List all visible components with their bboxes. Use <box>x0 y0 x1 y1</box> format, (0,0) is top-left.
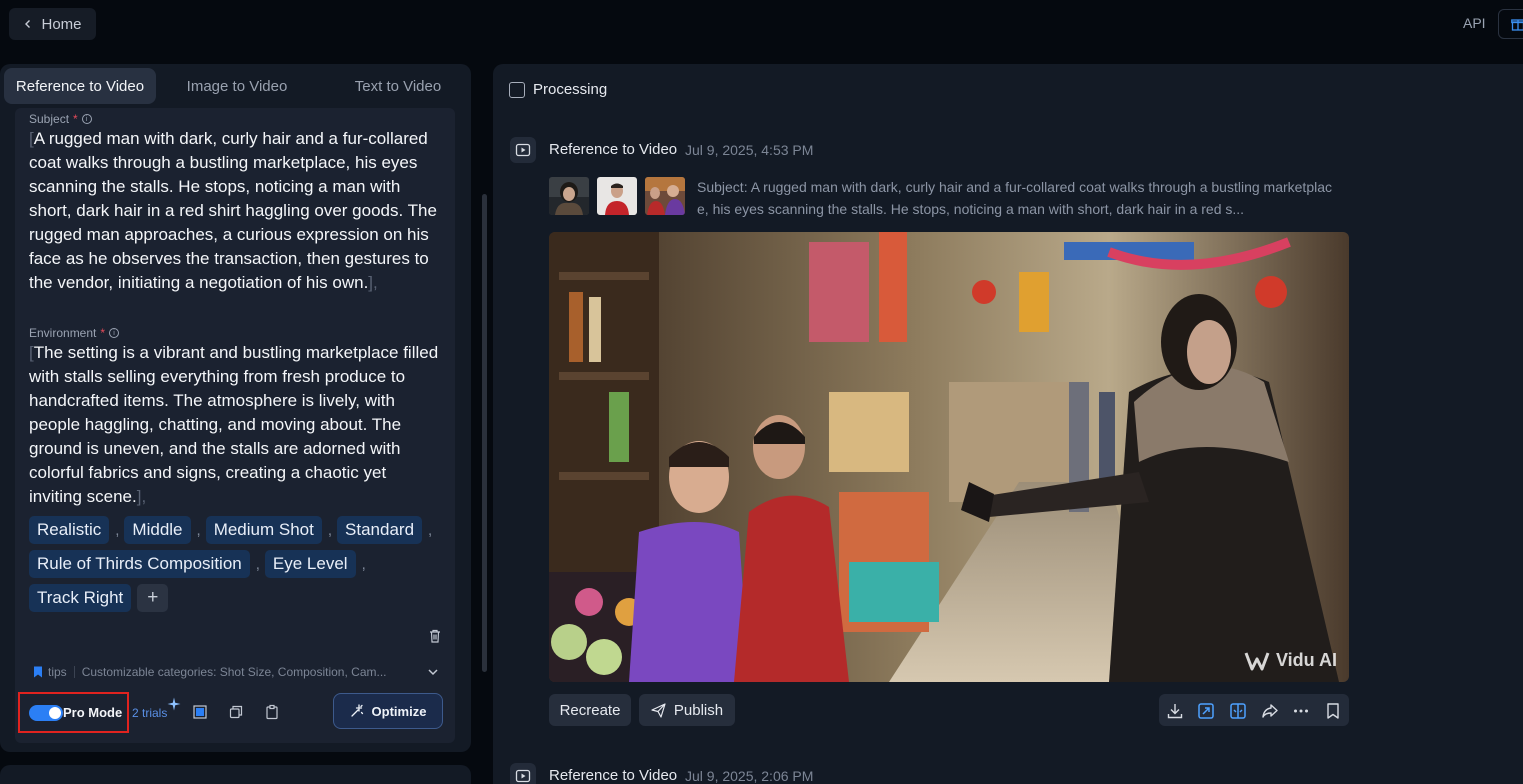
gift-icon <box>1511 19 1523 31</box>
subject-label: Subject * i <box>29 112 92 126</box>
vidu-logo-icon <box>1244 651 1270 670</box>
video-preview[interactable] <box>549 232 1349 682</box>
image-icon[interactable] <box>192 704 208 720</box>
prompt-preview: Subject: A rugged man with dark, curly h… <box>697 179 1332 217</box>
required-mark: * <box>73 112 78 126</box>
api-link[interactable]: API <box>1463 15 1486 31</box>
download-icon[interactable] <box>1166 702 1184 720</box>
processing-label: Processing <box>533 81 608 98</box>
video-type-icon <box>510 137 536 163</box>
watermark-text: Vidu AI <box>1276 650 1338 670</box>
trash-icon[interactable] <box>427 628 443 644</box>
chip-standard[interactable]: Standard <box>337 516 423 544</box>
send-icon <box>651 702 666 718</box>
gift-button[interactable] <box>1498 9 1523 39</box>
pro-mode-toggle[interactable] <box>29 705 63 721</box>
home-label: Home <box>41 15 82 33</box>
subject-label-text: Subject <box>29 112 70 126</box>
add-chip-button[interactable]: + <box>137 584 169 612</box>
home-button[interactable]: Home <box>9 8 96 40</box>
tips-label: tips <box>48 665 67 679</box>
environment-field[interactable]: [The setting is a vibrant and bustling m… <box>29 341 441 509</box>
split-icon[interactable] <box>1229 702 1247 720</box>
close-bracket: ], <box>136 487 147 506</box>
entry-type: Reference to Video <box>549 767 678 784</box>
chip-track-right[interactable]: Track Right <box>29 584 132 612</box>
publish-button[interactable]: Publish <box>639 694 735 726</box>
save-icon[interactable] <box>1324 702 1342 720</box>
optimize-button[interactable]: Optimize <box>333 693 443 729</box>
bookmark-icon <box>34 666 42 678</box>
share-icon[interactable] <box>1261 702 1279 720</box>
panel-scrollbar[interactable] <box>482 194 487 672</box>
chip-medium-shot[interactable]: Medium Shot <box>205 516 322 544</box>
chip-realistic[interactable]: Realistic <box>29 516 110 544</box>
chip-middle[interactable]: Middle <box>124 516 191 544</box>
watermark: Vidu AI <box>1244 650 1337 671</box>
recreate-button[interactable]: Recreate <box>549 694 631 726</box>
top-bar: Home API <box>0 0 1523 48</box>
entry-type: Reference to Video <box>549 141 678 158</box>
chip-separator: , <box>196 521 201 539</box>
secondary-panel <box>0 765 471 784</box>
tips-row[interactable]: tips Customizable categories: Shot Size,… <box>33 664 439 680</box>
chip-separator: , <box>327 521 333 539</box>
chevron-left-icon <box>25 20 31 28</box>
environment-label: Environment * i <box>29 326 120 340</box>
style-chips: Realistic, Middle, Medium Shot, Standard… <box>29 516 449 612</box>
required-mark: * <box>100 326 106 340</box>
environment-label-text: Environment <box>29 326 97 340</box>
reference-thumbnail-1[interactable] <box>549 177 589 215</box>
sparkle-icon <box>167 697 181 711</box>
video-icon <box>515 143 531 157</box>
chip-rule-of-thirds[interactable]: Rule of Thirds Composition <box>29 550 250 578</box>
reference-thumbnail-2[interactable] <box>597 177 637 215</box>
publish-label: Publish <box>673 701 724 719</box>
tips-categories: Customizable categories: Shot Size, Comp… <box>81 665 387 679</box>
optimize-label: Optimize <box>371 703 427 719</box>
chip-eye-level[interactable]: Eye Level <box>264 550 356 578</box>
mode-tabs: Reference to Video Image to Video Text t… <box>4 68 481 106</box>
trials-count: 2 trials <box>132 706 168 720</box>
processing-checkbox[interactable] <box>509 82 525 98</box>
more-icon[interactable] <box>1292 702 1310 720</box>
entry-date: Jul 9, 2025, 4:53 PM <box>685 142 814 158</box>
magic-wand-icon <box>350 704 363 717</box>
video-type-icon <box>510 763 536 784</box>
recreate-label: Recreate <box>559 701 621 719</box>
clipboard-icon[interactable] <box>264 704 280 720</box>
info-icon[interactable]: i <box>109 328 120 338</box>
divider <box>73 666 75 678</box>
chip-separator: , <box>361 555 366 573</box>
expand-icon[interactable] <box>1197 702 1215 720</box>
video-icon <box>515 769 531 783</box>
entry-date: Jul 9, 2025, 2:06 PM <box>685 768 814 784</box>
pro-mode-label: Pro Mode <box>63 705 123 720</box>
subject-field[interactable]: [A rugged man with dark, curly hair and … <box>29 127 441 295</box>
video-toolbar <box>1159 694 1349 726</box>
environment-text: The setting is a vibrant and bustling ma… <box>29 343 439 506</box>
tab-reference-to-video[interactable]: Reference to Video <box>4 68 156 104</box>
info-icon[interactable]: i <box>81 114 92 124</box>
tab-image-to-video[interactable]: Image to Video <box>156 68 318 104</box>
reference-thumbnail-3[interactable] <box>645 177 685 215</box>
chip-separator: , <box>115 521 120 539</box>
copy-icon[interactable] <box>228 704 244 720</box>
tab-text-to-video[interactable]: Text to Video <box>318 68 478 104</box>
subject-text: A rugged man with dark, curly hair and a… <box>29 129 437 292</box>
chip-separator: , <box>428 521 433 539</box>
chip-separator: , <box>255 555 260 573</box>
chevron-down-icon[interactable] <box>427 666 439 678</box>
close-bracket: ], <box>368 273 378 292</box>
